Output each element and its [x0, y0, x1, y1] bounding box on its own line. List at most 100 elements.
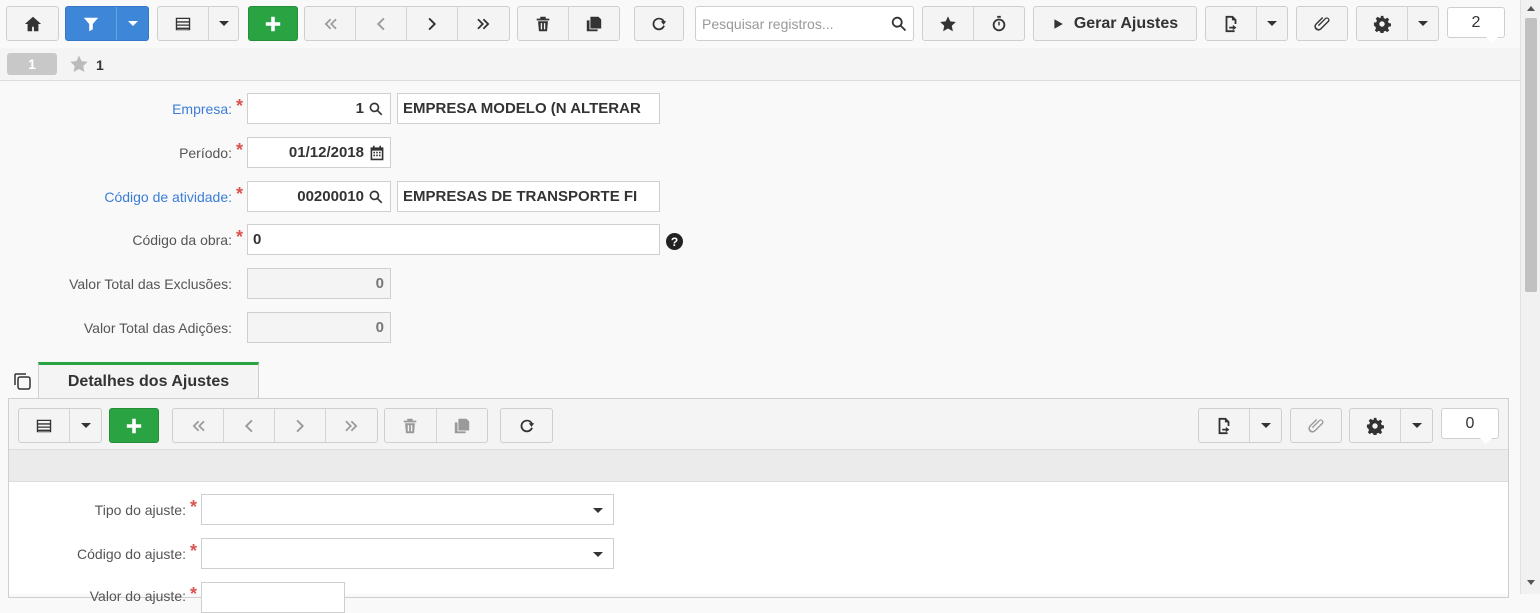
required-marker: *	[236, 96, 244, 116]
empresa-name-field: EMPRESA MODELO (N ALTERAR	[397, 93, 660, 124]
required-marker: *	[190, 497, 198, 517]
detail-add-button[interactable]	[109, 408, 159, 443]
copy-button[interactable]	[437, 409, 488, 442]
atividade-label[interactable]: Código de atividade:	[0, 189, 232, 205]
favorite-button[interactable]	[923, 7, 974, 40]
first-record-button[interactable]	[305, 7, 356, 40]
detail-export-dropdown[interactable]	[1250, 409, 1281, 442]
refresh-icon	[501, 409, 552, 442]
paperclip-icon	[1297, 7, 1347, 40]
empresa-label[interactable]: Empresa:	[0, 101, 232, 117]
previous-record-button[interactable]	[356, 7, 407, 40]
record-tab-active[interactable]: 1	[7, 53, 57, 75]
search-icon[interactable]	[890, 15, 908, 33]
obra-input[interactable]: 0	[247, 224, 660, 255]
exclusoes-label: Valor Total das Exclusões:	[69, 276, 232, 292]
export-group[interactable]	[1205, 6, 1288, 41]
copy-button[interactable]	[569, 7, 620, 40]
chevron-down-icon	[1418, 21, 1429, 26]
chevron-down-icon	[127, 21, 138, 26]
favorite-count: 1	[96, 57, 104, 73]
attachment-button[interactable]	[1296, 6, 1348, 41]
export-icon[interactable]	[1199, 409, 1251, 442]
settings-dropdown[interactable]	[1408, 7, 1438, 40]
scrollbar-thumb[interactable]	[1525, 18, 1537, 292]
last-record-button[interactable]	[458, 7, 509, 40]
next-record-button[interactable]	[275, 409, 326, 442]
export-dropdown[interactable]	[1257, 7, 1287, 40]
grid-dropdown[interactable]	[209, 7, 238, 40]
generate-adjustments-button[interactable]: Gerar Ajustes	[1033, 6, 1197, 41]
chevron-down-icon	[593, 552, 603, 557]
delete-button[interactable]	[385, 409, 437, 442]
detail-attachment-button[interactable]	[1290, 408, 1342, 443]
settings-group[interactable]	[1356, 6, 1439, 41]
detail-grid-header	[9, 449, 1508, 482]
detail-record-count-badge: 0	[1441, 408, 1499, 444]
play-icon	[1054, 18, 1063, 29]
last-record-button[interactable]	[326, 409, 377, 442]
detail-settings-group[interactable]	[1349, 408, 1433, 443]
detail-grid-dropdown[interactable]	[70, 409, 101, 442]
record-tab-bar	[0, 48, 1520, 81]
grid-icon[interactable]	[19, 409, 71, 442]
exclusoes-field: 0	[247, 268, 391, 299]
home-button[interactable]	[6, 6, 59, 41]
required-marker: *	[236, 140, 244, 160]
search-icon[interactable]	[368, 101, 384, 117]
delete-button[interactable]	[518, 7, 569, 40]
filter-button-group[interactable]	[65, 6, 149, 41]
detail-grid-view-group[interactable]	[18, 408, 102, 443]
detail-navigation-group	[172, 408, 378, 443]
adicoes-field: 0	[247, 312, 391, 343]
codigo-ajuste-select[interactable]	[201, 538, 614, 569]
grid-icon[interactable]	[158, 7, 210, 40]
detail-export-group[interactable]	[1198, 408, 1282, 443]
help-icon[interactable]: ?	[666, 233, 683, 250]
required-marker: *	[236, 184, 244, 204]
filter-dropdown[interactable]	[117, 7, 148, 40]
copy-icon	[586, 16, 601, 31]
required-marker: *	[190, 541, 198, 561]
gear-icon[interactable]	[1357, 7, 1409, 40]
refresh-icon	[635, 7, 683, 40]
home-icon	[7, 7, 58, 40]
trash-icon	[536, 16, 550, 31]
add-button[interactable]	[248, 6, 298, 41]
scrollbar[interactable]	[1520, 0, 1540, 594]
navigation-group	[304, 6, 510, 41]
chevron-down-icon	[80, 423, 91, 428]
search-icon[interactable]	[368, 189, 384, 205]
valor-ajuste-input[interactable]	[201, 582, 345, 613]
detail-edit-group	[384, 408, 488, 443]
scroll-up-arrow[interactable]	[1527, 6, 1535, 11]
first-record-button[interactable]	[173, 409, 224, 442]
next-record-button[interactable]	[407, 7, 459, 40]
scroll-down-arrow[interactable]	[1527, 580, 1535, 585]
calendar-icon[interactable]	[369, 145, 385, 161]
tipo-ajuste-select[interactable]	[201, 494, 614, 525]
copy-icon	[454, 418, 469, 433]
grid-view-group[interactable]	[157, 6, 239, 41]
tipo-ajuste-label: Tipo do ajuste:	[94, 502, 186, 518]
generate-adjustments-label: Gerar Ajustes	[1073, 14, 1179, 32]
previous-record-button[interactable]	[224, 409, 275, 442]
detail-refresh-button[interactable]	[500, 408, 553, 443]
plus-icon	[249, 7, 297, 40]
refresh-button[interactable]	[634, 6, 684, 41]
search-input[interactable]	[696, 7, 886, 40]
detail-settings-dropdown[interactable]	[1401, 409, 1432, 442]
chevron-down-icon	[593, 508, 603, 513]
star-icon[interactable]	[69, 54, 89, 74]
gear-icon[interactable]	[1350, 409, 1402, 442]
timer-button[interactable]	[974, 7, 1025, 40]
edit-group	[517, 6, 620, 41]
export-icon[interactable]	[1206, 7, 1258, 40]
adicoes-label: Valor Total das Adições:	[83, 320, 232, 336]
collapse-icon[interactable]	[12, 371, 32, 391]
filter-icon[interactable]	[66, 7, 118, 40]
star-icon	[939, 15, 956, 31]
required-marker: *	[190, 584, 198, 604]
chevron-down-icon	[1411, 423, 1422, 428]
tab-detalhes-ajustes[interactable]: Detalhes dos Ajustes	[38, 362, 259, 399]
